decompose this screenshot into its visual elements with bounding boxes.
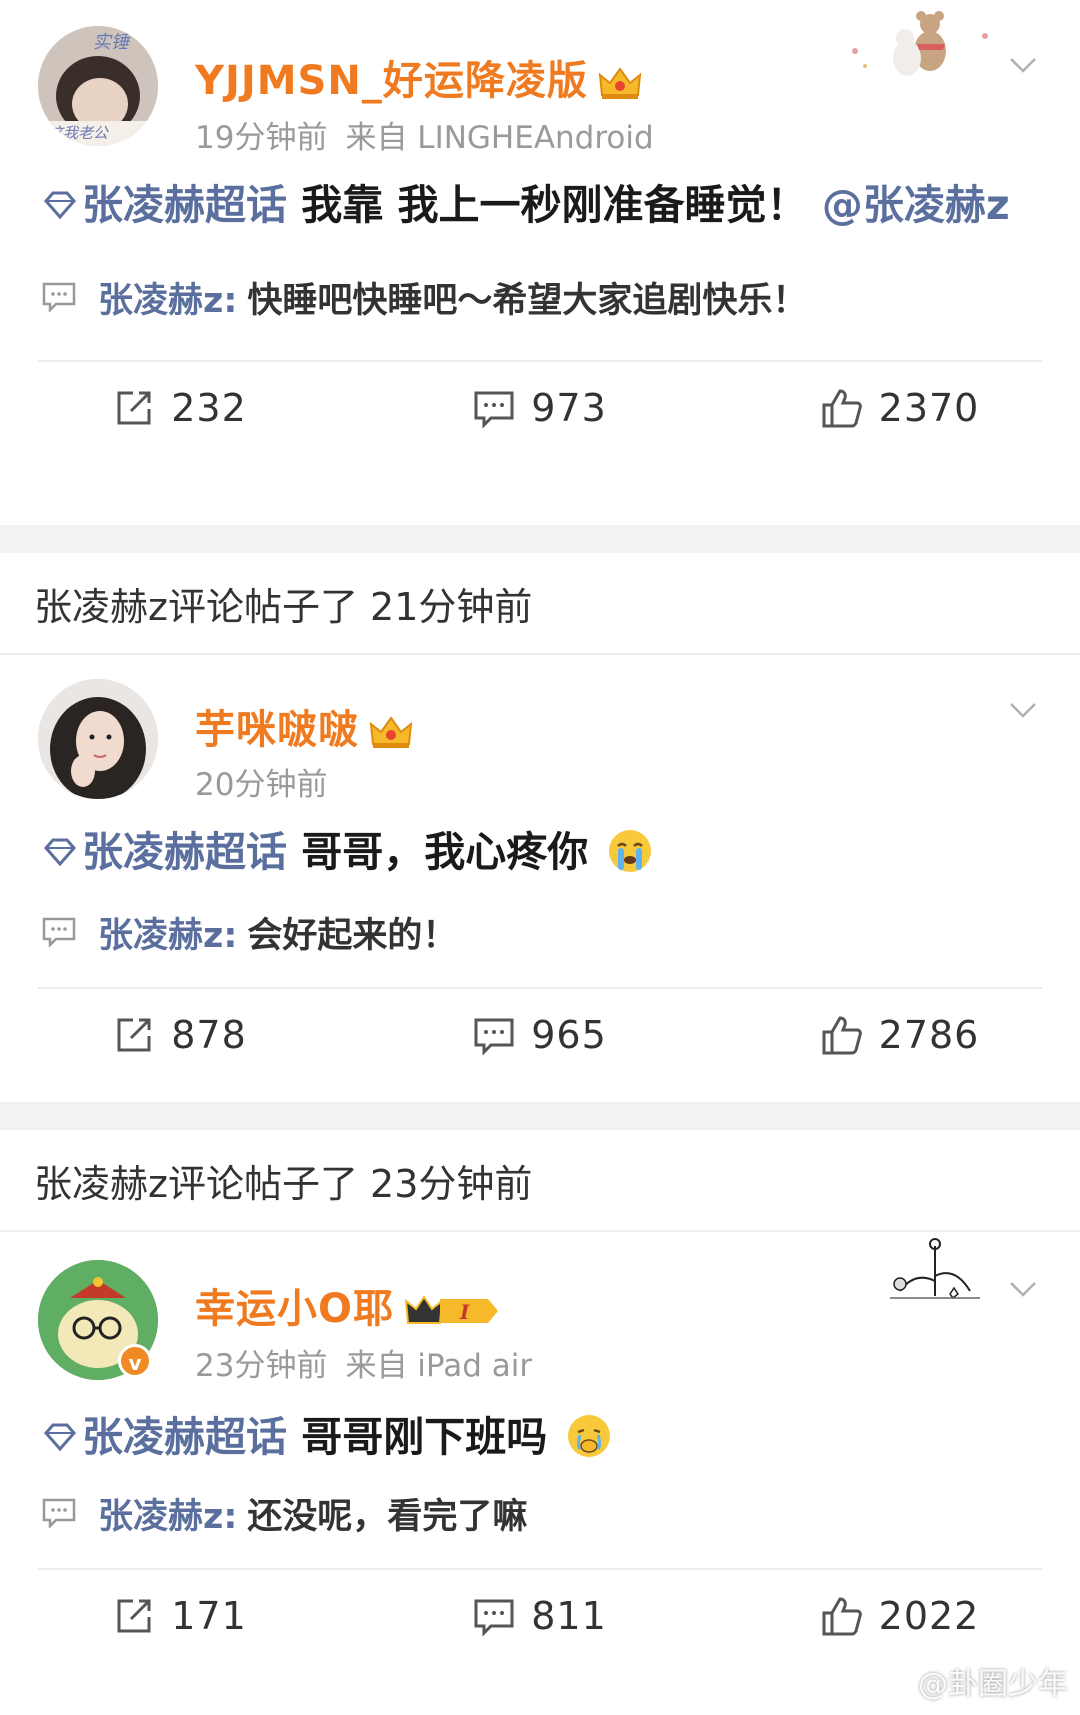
diamond-icon [44,838,76,867]
comment-notice: 张凌赫z评论帖子了 21分钟前 [0,553,1080,655]
like-count: 2370 [878,386,980,430]
reply-text: 会好起来的！ [247,915,458,956]
like-button[interactable]: 2370 [720,386,1080,430]
supertopic-link[interactable]: 张凌赫超话 [42,1413,287,1461]
post-time: 20分钟前 [195,767,328,803]
repost-icon [117,1018,151,1052]
post-meta: 19分钟前 来自 LINGHEAndroid [195,112,654,157]
teddy-bear-decoration [852,11,988,76]
svg-text:实锤: 实锤 [93,32,131,53]
reply-author[interactable]: 张凌赫z: [98,907,237,958]
thumbs-up-icon [822,389,862,428]
action-bar: 171 811 2022 [0,1570,1080,1662]
avatar[interactable] [38,679,158,799]
post-time: 19分钟前 [195,120,328,156]
post-header: v 幸运小O耶 I 23分钟前 来自 iPad air [0,1232,1080,1385]
reply-text: 快睡吧快睡吧～希望大家追剧快乐！ [247,280,808,321]
comment-count: 965 [531,1013,607,1057]
member-level-icon: I [404,1295,499,1324]
reply-preview[interactable]: 张凌赫z: 会好起来的！ [42,897,1038,967]
supertopic-link[interactable]: 张凌赫超话 [42,181,287,229]
svg-text:这我老公: 这我老公 [48,124,110,142]
reply-author[interactable]: 张凌赫z: [98,272,237,323]
post-text: 我靠 我上一秒刚准备睡觉！ [287,181,808,229]
thumbs-up-icon [822,1016,862,1055]
thumbs-up-icon [822,1597,862,1636]
comment-icon [42,282,76,312]
action-bar: 232 973 2370 [0,362,1080,454]
verified-badge-icon: v [118,1344,152,1378]
post-content: 张凌赫超话 哥哥，我心疼你 [0,819,1080,885]
like-button[interactable]: 2786 [720,1013,1080,1057]
repost-count: 171 [171,1594,247,1638]
post-source: 来自 LINGHEAndroid [345,120,654,156]
repost-button[interactable]: 232 [0,386,360,430]
comment-icon [42,1498,76,1528]
action-bar: 878 965 2786 [0,989,1080,1081]
crying-emoji-icon [608,830,651,872]
post-card: 芋咪啵啵 20分钟前 张凌赫超话 哥哥，我心疼你 张凌赫z: 会好起来的！ 87… [0,655,1080,1102]
avatar[interactable]: 实锤 这我老公 [38,26,158,146]
svg-text:I: I [459,1300,470,1324]
crying-emoji-icon [567,1415,610,1457]
repost-icon [117,391,151,425]
username[interactable]: 幸运小O耶 I [195,1276,500,1334]
comment-icon [474,391,514,429]
comment-count: 811 [531,1594,607,1638]
like-count: 2022 [878,1594,980,1638]
mention-link[interactable]: @张凌赫z [822,181,1010,229]
like-button[interactable]: 2022 [720,1594,1080,1638]
section-separator [0,525,1080,553]
post-header: 实锤 这我老公 YJJMSN_好运降凌版 19分钟前 来自 LINGHEAndro… [0,0,1080,156]
chevron-down-icon[interactable] [1008,695,1038,725]
post-time: 23分钟前 [195,1348,328,1384]
flower-decoration [890,1238,980,1300]
post-meta: 23分钟前 来自 iPad air [195,1340,532,1385]
username[interactable]: YJJMSN_好运降凌版 [195,48,642,106]
comment-icon [474,1599,514,1637]
watermark: @卦圈少年 [918,1667,1068,1702]
crown-icon [598,67,642,99]
section-separator [0,1102,1080,1130]
reply-preview[interactable]: 张凌赫z: 快睡吧快睡吧～希望大家追剧快乐！ [42,262,1038,332]
reply-text: 还没呢，看完了嘛 [247,1496,528,1537]
comment-button[interactable]: 965 [360,1013,720,1057]
post-text: 哥哥刚下班吗 [287,1413,548,1461]
chevron-down-icon[interactable] [1008,50,1038,80]
comment-notice: 张凌赫z评论帖子了 23分钟前 [0,1130,1080,1232]
comment-count: 973 [531,386,607,430]
post-content: 张凌赫超话 哥哥刚下班吗 [0,1404,1080,1470]
repost-button[interactable]: 171 [0,1594,360,1638]
post-header: 芋咪啵啵 20分钟前 [0,655,1080,803]
reply-preview[interactable]: 张凌赫z: 还没呢，看完了嘛 [42,1478,1038,1548]
like-count: 2786 [878,1013,980,1057]
comment-icon [474,1018,514,1056]
post-card: 实锤 这我老公 YJJMSN_好运降凌版 19分钟前 来自 LINGHEAndro… [0,0,1080,525]
crown-icon [369,716,413,748]
comment-button[interactable]: 973 [360,386,720,430]
diamond-icon [44,1423,76,1452]
repost-count: 878 [171,1013,247,1057]
username[interactable]: 芋咪啵啵 [195,697,413,755]
repost-icon [117,1599,151,1633]
repost-count: 232 [171,386,247,430]
reply-author[interactable]: 张凌赫z: [98,1488,237,1539]
diamond-icon [44,191,76,220]
post-source: 来自 iPad air [345,1348,533,1384]
post-card: v 幸运小O耶 I 23分钟前 来自 iPad air 张凌赫超话 哥哥刚下班吗 张… [0,1232,1080,1694]
comment-button[interactable]: 811 [360,1594,720,1638]
chevron-down-icon[interactable] [1008,1274,1038,1304]
post-content: 张凌赫超话 我靠 我上一秒刚准备睡觉！ @张凌赫z [0,172,1080,238]
repost-button[interactable]: 878 [0,1013,360,1057]
supertopic-link[interactable]: 张凌赫超话 [42,828,287,876]
comment-icon [42,917,76,947]
post-meta: 20分钟前 [195,759,327,804]
post-text: 哥哥，我心疼你 [287,828,589,876]
